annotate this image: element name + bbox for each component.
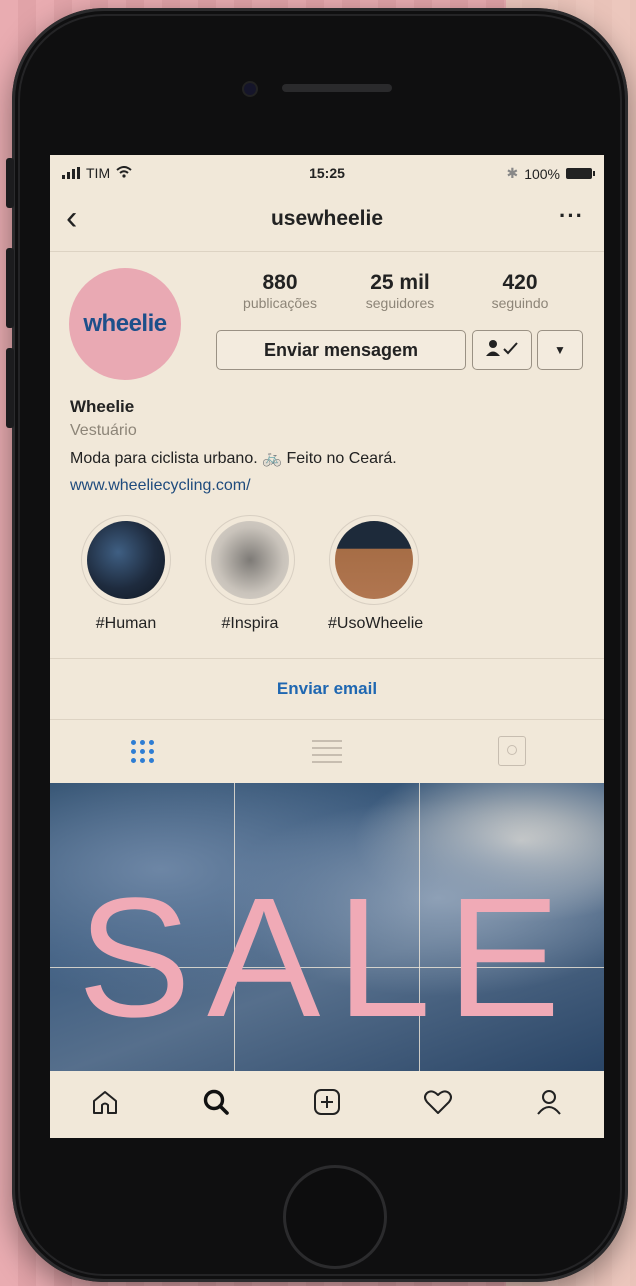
tab-grid[interactable] [50,719,235,783]
ellipsis-icon[interactable]: ··· [559,203,584,229]
profile-tabs [50,719,604,783]
highlight-inspira[interactable]: #Inspira [204,515,296,633]
highlight-thumbnail [211,521,289,599]
highlight-label: #UsoWheelie [328,615,424,632]
profile-website-link[interactable]: www.wheeliecycling.com/ [70,477,251,495]
earpiece-speaker [282,84,392,92]
following-button[interactable] [472,330,532,370]
profile-name: Wheelie [70,397,135,416]
battery-percent: 100% [524,165,560,182]
grid-icon [130,739,154,763]
add-post-icon [313,1088,341,1121]
highlight-usowheelie[interactable]: #UsoWheelie [328,515,424,633]
tab-tagged[interactable] [419,719,604,783]
heart-icon [423,1089,453,1120]
status-bar: TIM 15:25 ✱ 100% [50,155,604,191]
sale-overlay-text: SALE [77,863,577,1053]
tab-profile[interactable] [493,1071,604,1138]
highlight-thumbnail [335,521,413,599]
stat-value: 880 [262,271,298,294]
contact-row: Enviar email [50,658,604,720]
story-highlights: #Human #Inspira #UsoWheelie [80,515,424,633]
stat-label: seguindo [491,295,549,311]
highlight-human[interactable]: #Human [80,515,172,633]
profile-header: ‹ usewheelie ··· [50,191,604,252]
profile-icon [535,1088,563,1121]
stat-label: seguidores [365,295,435,311]
search-icon [202,1088,230,1121]
highlight-label: #Inspira [221,615,279,632]
send-message-button[interactable]: Enviar mensagem [216,330,466,370]
instagram-profile-screen: TIM 15:25 ✱ 100% ‹ usewheelie ··· wheeli… [50,155,604,1138]
send-email-button[interactable]: Enviar email [277,679,377,699]
caret-down-icon: ▼ [554,343,566,357]
tagged-icon [497,736,526,766]
suggestions-dropdown-button[interactable]: ▼ [537,330,583,370]
highlight-ring [81,515,171,605]
home-icon [91,1089,119,1120]
front-camera [244,83,256,95]
bluetooth-icon: ✱ [506,165,519,181]
bottom-tab-bar [50,1071,604,1138]
battery-icon [566,168,595,179]
home-button[interactable] [283,1165,387,1269]
profile-bio: Moda para ciclista urbano. 🚲 Feito no Ce… [70,450,397,467]
status-right: ✱ 100% [506,165,595,182]
highlight-ring [329,515,419,605]
tab-activity[interactable] [382,1071,493,1138]
stat-following[interactable]: 420 seguindo [460,271,580,311]
tab-list[interactable] [235,719,420,783]
tab-search[interactable] [161,1071,272,1138]
tab-home[interactable] [50,1071,161,1138]
mute-switch [6,158,14,208]
tab-new-post[interactable] [272,1071,383,1138]
stat-followers[interactable]: 25 mil seguidores [340,271,460,311]
avatar-logo-text: wheelie [83,310,167,337]
avatar[interactable]: wheelie [69,268,181,380]
highlight-thumbnail [87,521,165,599]
stat-label: publicações [243,295,317,311]
profile-category: Vestuário [70,422,137,439]
profile-stats: 880 publicações 25 mil seguidores 420 se… [220,271,580,311]
volume-up-button [6,248,14,328]
person-check-icon [485,339,519,362]
stat-value: 420 [502,271,538,294]
list-icon [312,739,342,763]
volume-down-button [6,348,14,428]
page-title: usewheelie [270,207,384,230]
post-grid-image[interactable]: SALE [50,783,604,1071]
stat-posts[interactable]: 880 publicações [220,271,340,311]
highlight-ring [205,515,295,605]
stat-value: 25 mil [370,271,430,294]
highlight-label: #Human [95,615,157,632]
